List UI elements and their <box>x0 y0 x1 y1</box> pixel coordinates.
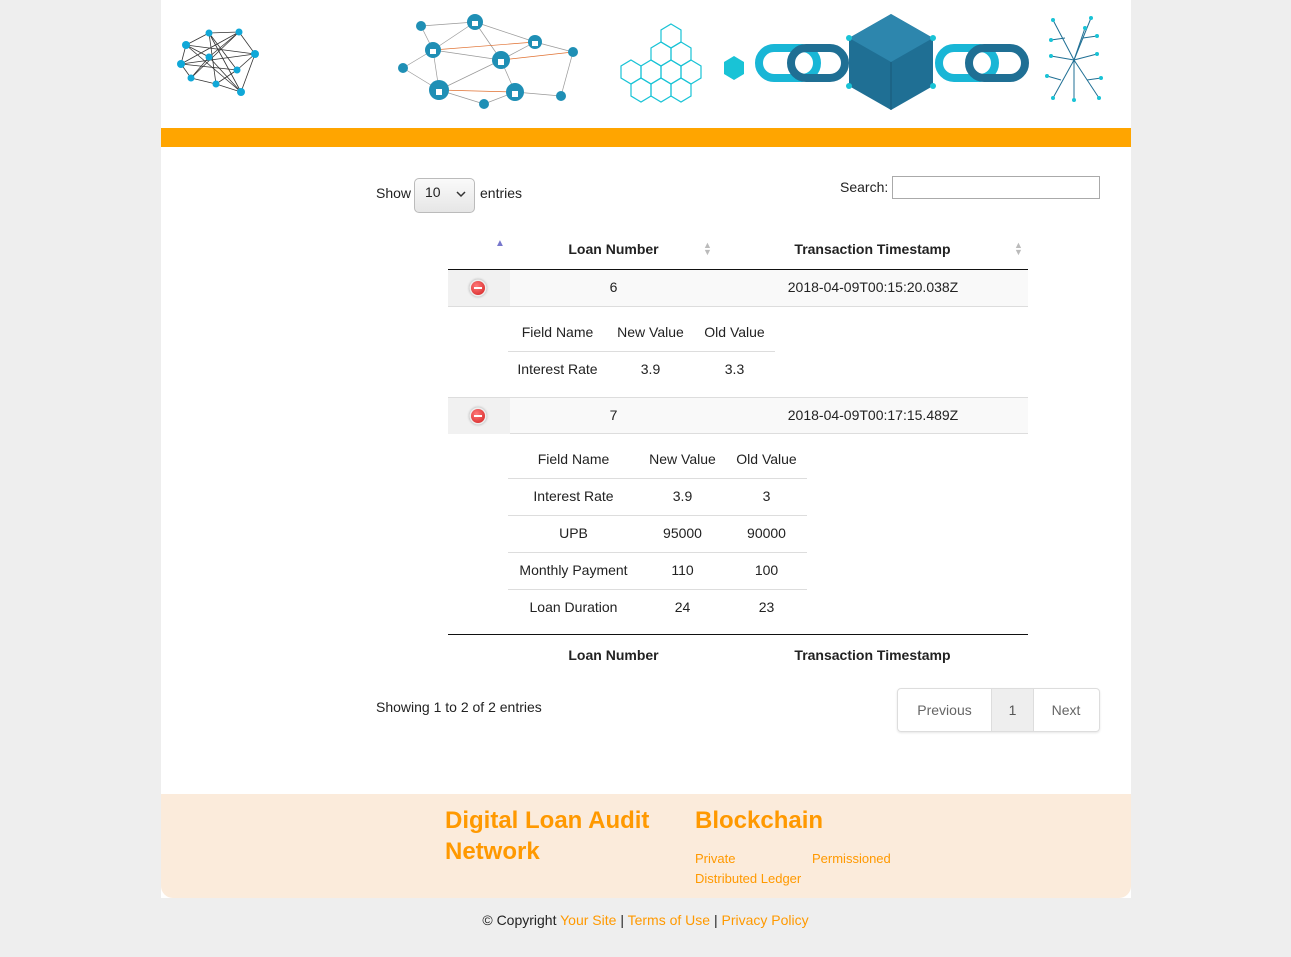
sort-icon[interactable]: ▲ ▼ <box>703 241 712 257</box>
page-1-button[interactable]: 1 <box>991 689 1034 731</box>
site-footer: Digital Loan Audit Network Blockchain Pr… <box>161 794 1131 898</box>
table-row[interactable]: 6 2018-04-09T00:15:20.038Z <box>448 270 1028 307</box>
terms-of-use-link[interactable]: Terms of Use <box>628 912 710 928</box>
footer-brand-title: Digital Loan Audit Network <box>445 807 650 865</box>
next-button[interactable]: Next <box>1033 689 1099 731</box>
detail-header-field: Field Name <box>537 451 610 467</box>
privacy-policy-link[interactable]: Privacy Policy <box>722 912 809 928</box>
detail-old-cell: 3.3 <box>724 361 745 377</box>
column-header-loan-number[interactable]: Loan Number <box>511 241 716 257</box>
detail-divider <box>508 552 807 553</box>
detail-new-cell: 110 <box>671 562 694 578</box>
entries-label: entries <box>480 185 523 201</box>
footer-header-transaction-timestamp: Transaction Timestamp <box>794 647 951 663</box>
footer-link-distributed-ledger[interactable]: Distributed Ledger <box>695 871 801 886</box>
copyright-text: © Copyright <box>482 912 557 928</box>
secure-network-icon <box>398 14 578 109</box>
footer-section-title: Blockchain <box>695 807 824 834</box>
detail-header-new: New Value <box>649 451 716 467</box>
show-label: Show <box>376 185 412 201</box>
detail-table: Field Name New Value Old Value Interest … <box>508 434 807 634</box>
loan-number-cell: 7 <box>609 407 618 423</box>
chevron-down-icon <box>456 187 466 201</box>
timestamp-cell: 2018-04-09T00:15:20.038Z <box>787 279 959 295</box>
separator: | <box>713 912 718 928</box>
previous-button[interactable]: Previous <box>898 689 991 731</box>
timestamp-cell: 2018-04-09T00:17:15.489Z <box>787 407 959 423</box>
detail-field-cell: Interest Rate <box>533 488 614 504</box>
your-site-link[interactable]: Your Site <box>560 912 616 928</box>
detail-old-cell: 100 <box>754 562 779 578</box>
table-footer-divider <box>448 634 1028 635</box>
detail-field-cell: Monthly Payment <box>519 562 628 578</box>
detail-new-cell: 95000 <box>663 525 702 541</box>
detail-header-old: Old Value <box>736 451 797 467</box>
row-collapse-icon[interactable] <box>471 409 485 423</box>
detail-new-cell: 24 <box>674 599 691 615</box>
footer-link-private[interactable]: Private <box>695 851 735 866</box>
detail-header-old: Old Value <box>704 324 765 340</box>
detail-divider <box>508 515 807 516</box>
banner-illustration <box>177 14 1103 110</box>
detail-field-cell: Interest Rate <box>517 361 598 377</box>
footer-link-permissioned[interactable]: Permissioned <box>812 851 891 866</box>
detail-old-cell: 23 <box>758 599 775 615</box>
sort-asc-icon[interactable]: ▲ <box>495 238 505 249</box>
table-row[interactable]: 7 2018-04-09T00:17:15.489Z <box>448 397 1028 434</box>
accent-bar <box>161 128 1131 147</box>
detail-header-field: Field Name <box>521 324 594 340</box>
detail-old-cell: 3 <box>762 488 771 504</box>
search-input[interactable] <box>892 176 1100 199</box>
copyright-bar: © Copyright Your Site | Terms of Use | P… <box>0 912 1291 928</box>
footer-header-loan-number: Loan Number <box>568 647 659 663</box>
chain-cube-icon <box>755 14 1029 110</box>
detail-field-cell: UPB <box>559 525 588 541</box>
loan-number-cell: 6 <box>609 279 618 295</box>
separator: | <box>620 912 624 928</box>
detail-table: Field Name New Value Old Value Interest … <box>508 307 775 396</box>
row-control-cell[interactable] <box>448 270 510 306</box>
detail-divider <box>508 478 807 479</box>
detail-new-cell: 3.9 <box>672 488 693 504</box>
detail-new-cell: 3.9 <box>640 361 661 377</box>
detail-field-cell: Loan Duration <box>529 599 618 615</box>
column-header-transaction-timestamp[interactable]: Transaction Timestamp <box>741 241 1004 257</box>
branch-icon <box>1046 17 1102 100</box>
blocks-icon <box>620 23 702 103</box>
page-container: Show 10 entries Search: ▲ Loan Number ▲ ▼… <box>161 0 1131 898</box>
pagination: Previous 1 Next <box>897 688 1100 732</box>
table-info: Showing 1 to 2 of 2 entries <box>376 699 542 715</box>
header-banner <box>161 0 1131 128</box>
search-label: Search: <box>840 179 889 195</box>
page-length-value: 10 <box>425 184 441 200</box>
detail-header-new: New Value <box>617 324 684 340</box>
row-control-cell[interactable] <box>448 398 510 434</box>
page-length-select[interactable]: 10 <box>414 178 475 213</box>
sort-icon[interactable]: ▲ ▼ <box>1014 241 1023 257</box>
detail-divider <box>508 351 775 352</box>
row-collapse-icon[interactable] <box>471 281 485 295</box>
detail-old-cell: 90000 <box>747 525 786 541</box>
detail-divider <box>508 589 807 590</box>
